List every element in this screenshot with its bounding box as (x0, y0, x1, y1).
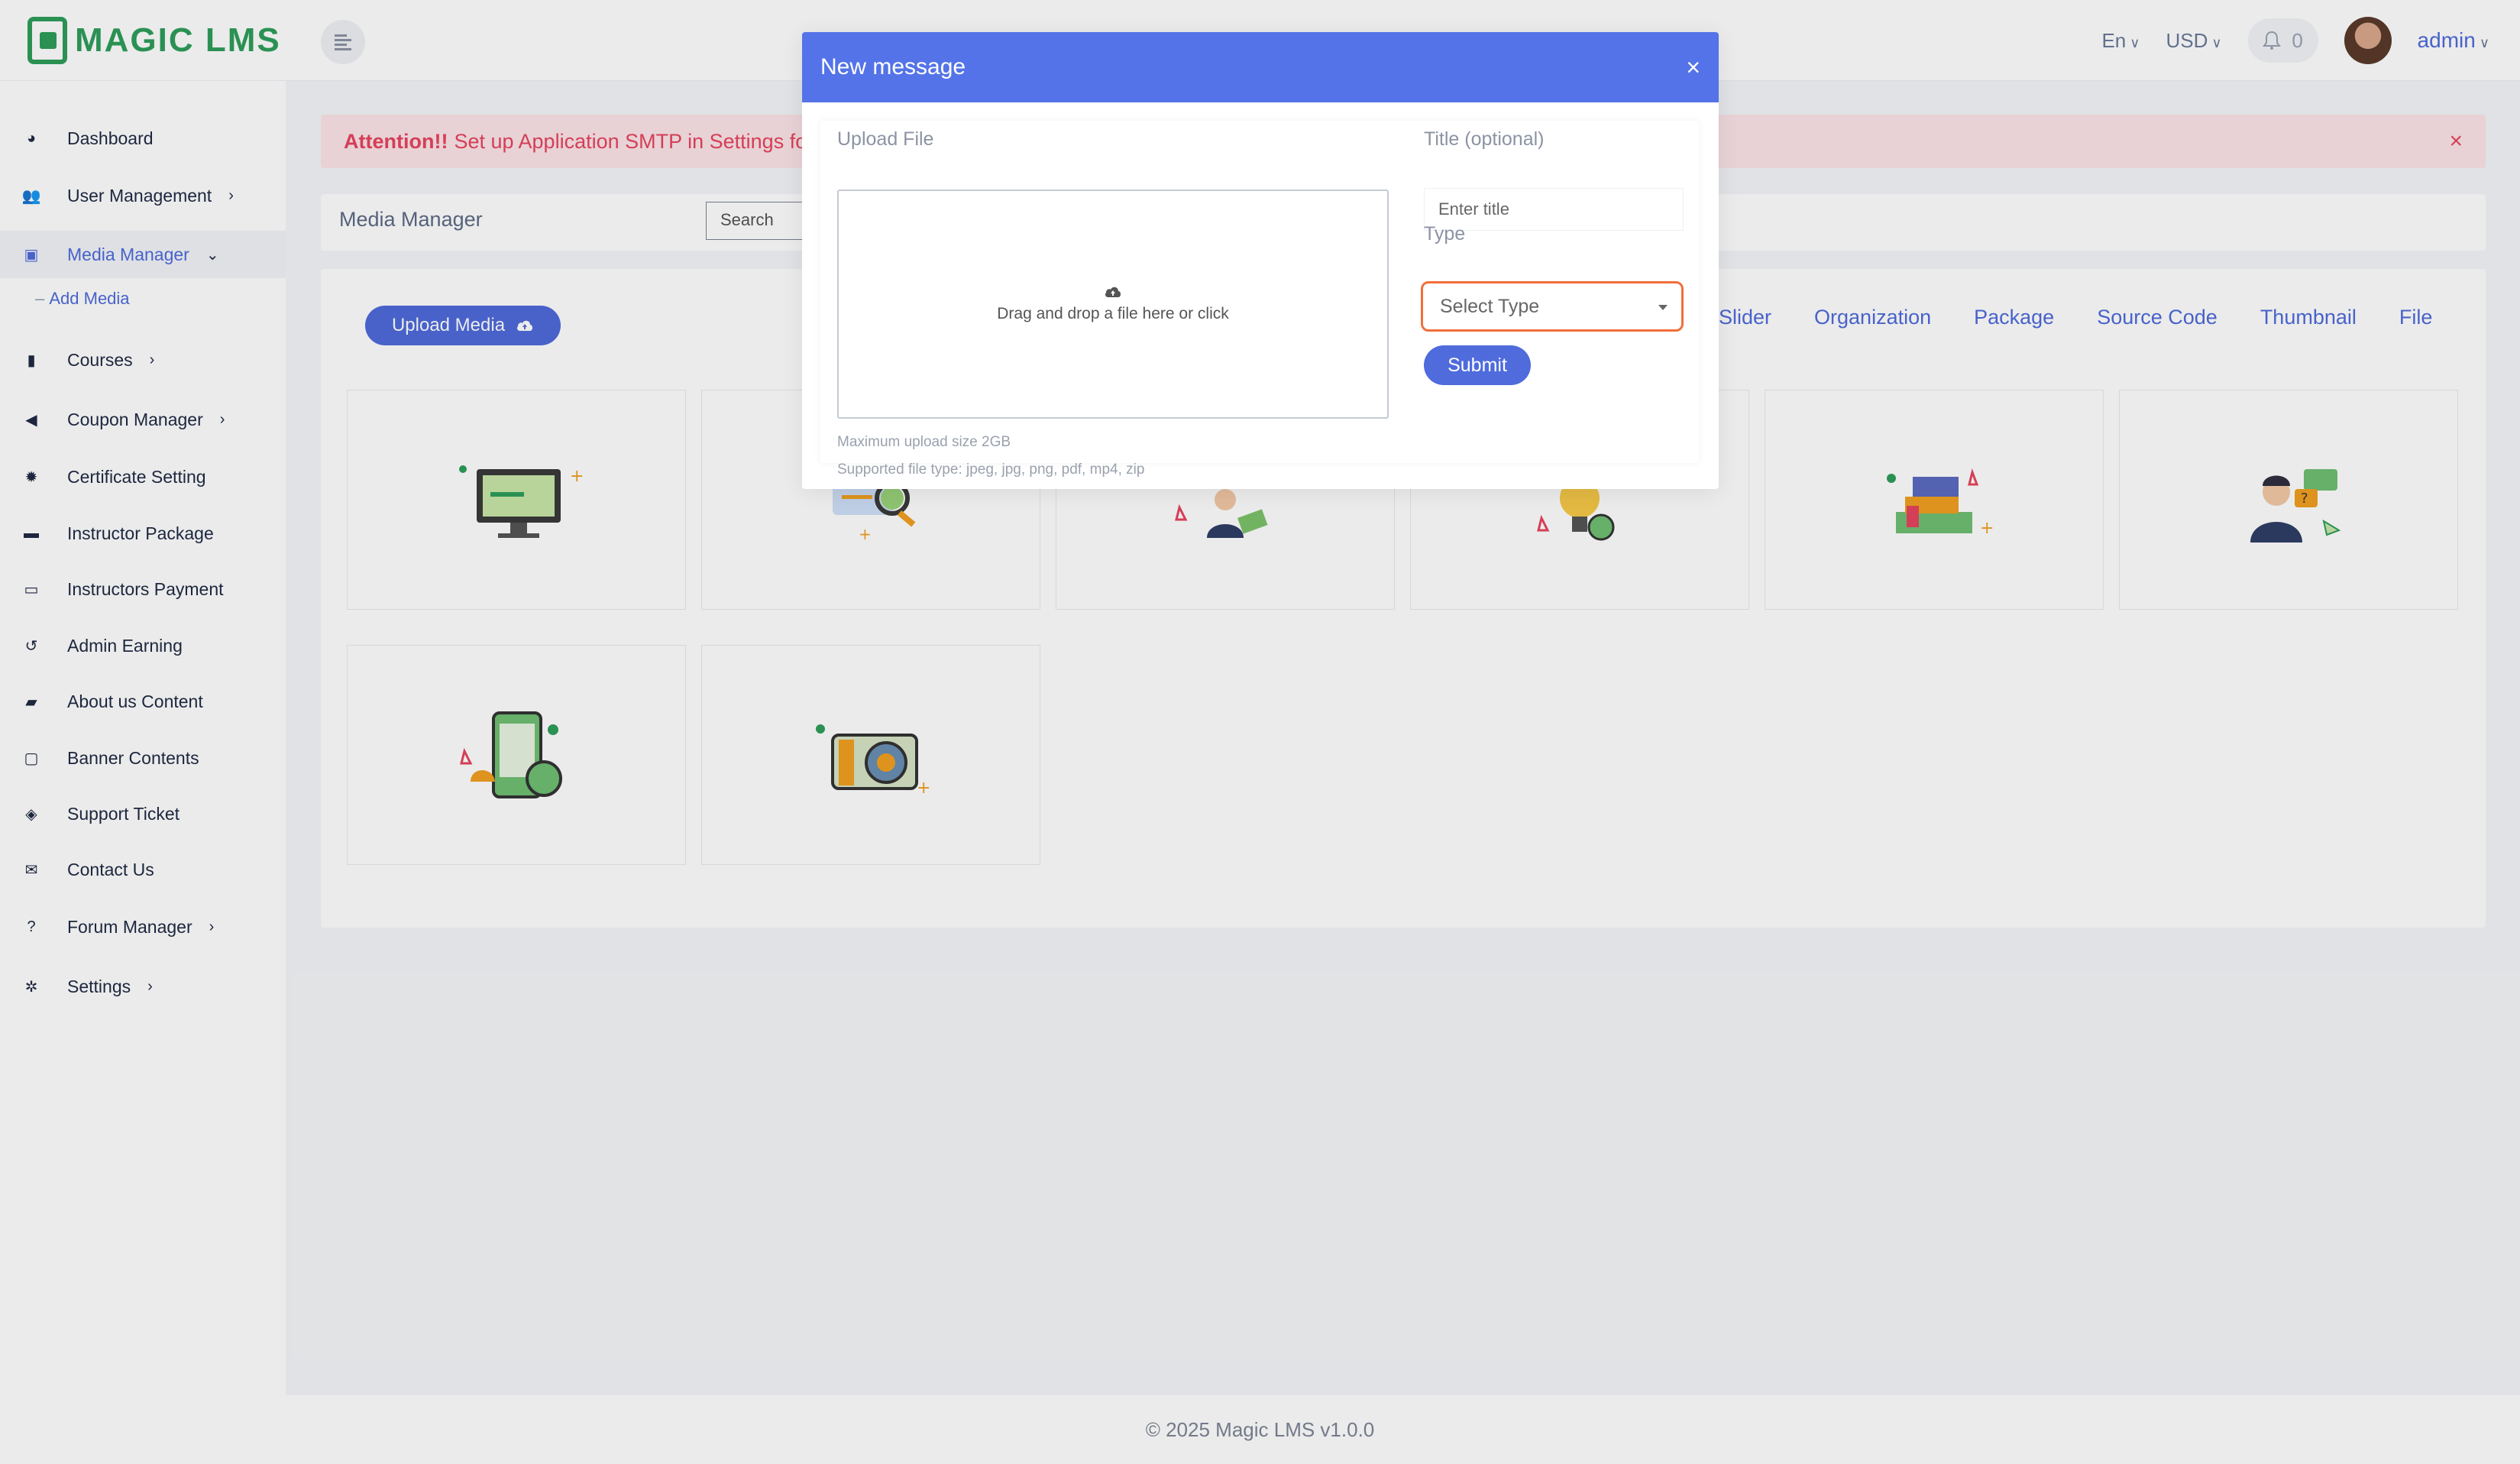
modal-header: New message × (802, 32, 1719, 102)
dropzone-text: Drag and drop a file here or click (997, 305, 1229, 322)
upload-file-label: Upload File (837, 128, 934, 150)
new-message-modal: New message × Upload File Drag and drop … (802, 32, 1719, 489)
max-upload-size-text: Maximum upload size 2GB (837, 434, 1011, 450)
type-select[interactable]: Select Type (1421, 281, 1684, 332)
modal-title: New message (820, 54, 966, 79)
submit-button[interactable]: Submit (1424, 345, 1531, 385)
type-field-label: Type (1424, 223, 1466, 245)
modal-close-icon[interactable]: × (1686, 53, 1700, 82)
modal-body: Upload File Drag and drop a file here or… (820, 121, 1699, 478)
title-field-label: Title (optional) (1424, 128, 1545, 150)
file-dropzone[interactable]: Drag and drop a file here or click (837, 189, 1389, 419)
cloud-upload-icon (1105, 287, 1121, 297)
supported-types-text: Supported file type: jpeg, jpg, png, pdf… (837, 462, 1145, 478)
